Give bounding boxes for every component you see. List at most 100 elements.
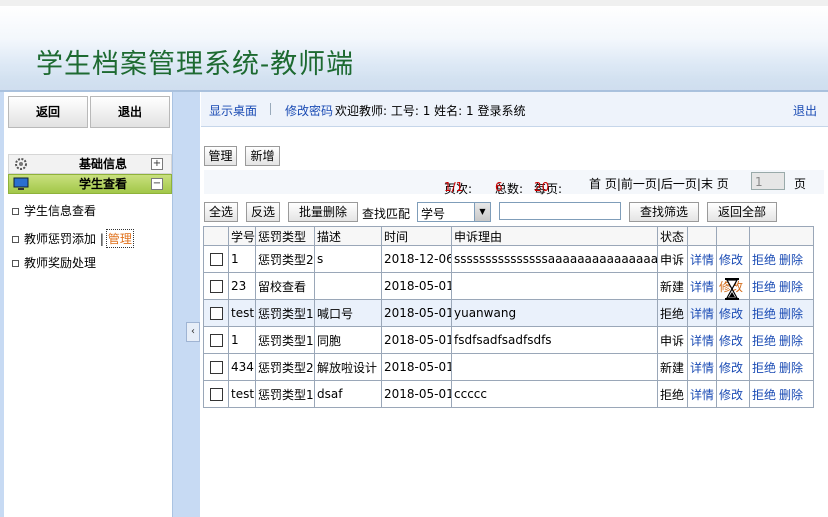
detail-link[interactable]: 详情 <box>690 253 714 267</box>
detail-link[interactable]: 详情 <box>690 307 714 321</box>
return-all-button[interactable]: 返回全部 <box>707 202 777 222</box>
header-cell-reason: 申诉理由 <box>451 226 658 246</box>
page-value: 1/1 <box>444 180 464 194</box>
sidebar-panel: 返回 退出 基础信息 + 学生查看 − 学生信息查看 教师惩罚添加 | 管理 教… <box>4 92 173 517</box>
header-cell-actions <box>749 226 814 246</box>
sidebar-item-teacher-reward[interactable]: 教师奖励处理 <box>12 254 96 271</box>
collapse-icon[interactable]: − <box>151 178 163 190</box>
cell-reason: fsdfsadfsadfsdfs <box>451 326 658 354</box>
sidebar-top-buttons: 返回 退出 <box>8 96 170 128</box>
delete-link[interactable]: 删除 <box>779 280 803 294</box>
sidebar-item-label: 教师奖励处理 <box>24 256 97 270</box>
show-desktop-link[interactable]: 显示桌面 <box>209 102 257 119</box>
cell-id: 1 <box>228 326 256 354</box>
cell-reason: yuanwang <box>451 299 658 327</box>
cell-status: 申诉 <box>657 245 688 273</box>
cell-status: 申诉 <box>657 326 688 354</box>
welcome-text: 欢迎教师: 工号: 1 姓名: 1 登录系统 <box>335 104 526 118</box>
row-checkbox[interactable] <box>210 253 223 266</box>
sidebar-collapse-toggle[interactable]: ‹ <box>186 322 200 342</box>
edit-link[interactable]: 修改 <box>719 307 743 321</box>
reject-link[interactable]: 拒绝 <box>752 253 776 267</box>
cell-time: 2018-05-01 <box>381 272 452 300</box>
per-page-value: 20 <box>534 180 550 194</box>
nav-divider <box>270 103 271 115</box>
cell-desc: 解放啦设计 <box>314 353 382 381</box>
menu-section-student-view[interactable]: 学生查看 − <box>8 174 172 194</box>
row-checkbox[interactable] <box>210 307 223 320</box>
delete-link[interactable]: 删除 <box>779 253 803 267</box>
expand-icon[interactable]: + <box>151 158 163 170</box>
cell-desc: 同胞 <box>314 326 382 354</box>
monitor-icon <box>13 177 29 190</box>
sidebar-item-teacher-punishment[interactable]: 教师惩罚添加 | 管理 <box>12 229 134 248</box>
manage-button[interactable]: 管理 <box>204 146 237 166</box>
detail-link[interactable]: 详情 <box>690 361 714 375</box>
reject-link[interactable]: 拒绝 <box>752 280 776 294</box>
detail-link[interactable]: 详情 <box>690 334 714 348</box>
cell-time: 2018-05-01 <box>381 299 452 327</box>
cell-type: 惩罚类型2 <box>255 245 315 273</box>
hourglass-cursor-icon <box>725 278 739 300</box>
search-filter-button[interactable]: 查找筛选 <box>629 202 699 222</box>
page-number-input[interactable]: 1 <box>751 172 785 190</box>
row-checkbox[interactable] <box>210 361 223 374</box>
nav-logout-link[interactable]: 退出 <box>793 102 817 119</box>
change-password-link[interactable]: 修改密码 <box>285 102 333 119</box>
reject-link[interactable]: 拒绝 <box>752 307 776 321</box>
cell-reason: ccccc <box>451 380 658 408</box>
table-row: 23 留校查看 2018-05-01 新建 详情 修改 拒绝删除 <box>203 272 814 300</box>
delete-link[interactable]: 删除 <box>779 307 803 321</box>
gear-icon <box>15 158 27 170</box>
edit-link[interactable]: 修改 <box>719 361 743 375</box>
cell-id: 23 <box>228 272 256 300</box>
table-row: 1 惩罚类型1 同胞 2018-05-01 fsdfsadfsadfsdfs 申… <box>203 326 814 354</box>
batch-delete-button[interactable]: 批量删除 <box>288 202 358 222</box>
cell-id: test <box>228 380 256 408</box>
row-checkbox[interactable] <box>210 280 223 293</box>
cell-time: 2018-12-06 <box>381 245 452 273</box>
select-all-button[interactable]: 全选 <box>204 202 238 222</box>
reject-link[interactable]: 拒绝 <box>752 334 776 348</box>
total-value: 6 <box>495 180 503 194</box>
cell-type: 留校查看 <box>255 272 315 300</box>
cell-type: 惩罚类型2 <box>255 353 315 381</box>
cell-id: 1 <box>228 245 256 273</box>
detail-link[interactable]: 详情 <box>690 388 714 402</box>
header-cell-time: 时间 <box>381 226 452 246</box>
invert-selection-button[interactable]: 反选 <box>246 202 280 222</box>
row-checkbox[interactable] <box>210 334 223 347</box>
cell-type: 惩罚类型1 <box>255 299 315 327</box>
back-button[interactable]: 返回 <box>8 96 88 128</box>
delete-link[interactable]: 删除 <box>779 388 803 402</box>
header-cell-edit <box>716 226 750 246</box>
search-match-label: 查找匹配 <box>362 207 411 221</box>
cell-status: 拒绝 <box>657 299 688 327</box>
search-input[interactable] <box>499 202 621 220</box>
reject-link[interactable]: 拒绝 <box>752 388 776 402</box>
delete-link[interactable]: 删除 <box>779 334 803 348</box>
table-header-row: 学号 惩罚类型 描述 时间 申诉理由 状态 <box>203 226 814 246</box>
cell-desc: s <box>314 245 382 273</box>
edit-link[interactable]: 修改 <box>719 388 743 402</box>
table-row: 434 惩罚类型2 解放啦设计 2018-05-01 新建 详情 修改 拒绝 删除 <box>203 353 814 381</box>
search-field-select[interactable]: 学号 ▼ <box>417 202 491 222</box>
delete-link[interactable]: 删除 <box>779 361 803 375</box>
edit-link[interactable]: 修改 <box>719 334 743 348</box>
edit-link[interactable]: 修改 <box>719 253 743 267</box>
sidebar-item-student-info[interactable]: 学生信息查看 <box>12 202 96 219</box>
menu-section-basic-info[interactable]: 基础信息 + <box>8 154 172 174</box>
cell-time: 2018-05-01 <box>381 353 452 381</box>
cell-time: 2018-05-01 <box>381 380 452 408</box>
page-nav-links[interactable]: 首 页|前一页|后一页|末 页 <box>589 175 729 192</box>
manage-link[interactable]: 管理 <box>105 229 134 248</box>
logout-button[interactable]: 退出 <box>90 96 170 128</box>
app-title: 学生档案管理系统-教师端 <box>36 49 355 80</box>
row-checkbox[interactable] <box>210 388 223 401</box>
menu-section-label: 基础信息 <box>79 157 128 171</box>
reject-link[interactable]: 拒绝 <box>752 361 776 375</box>
cell-time: 2018-05-01 <box>381 326 452 354</box>
add-new-button[interactable]: 新增 <box>245 146 280 166</box>
detail-link[interactable]: 详情 <box>690 280 714 294</box>
header-cell-type: 惩罚类型 <box>255 226 315 246</box>
